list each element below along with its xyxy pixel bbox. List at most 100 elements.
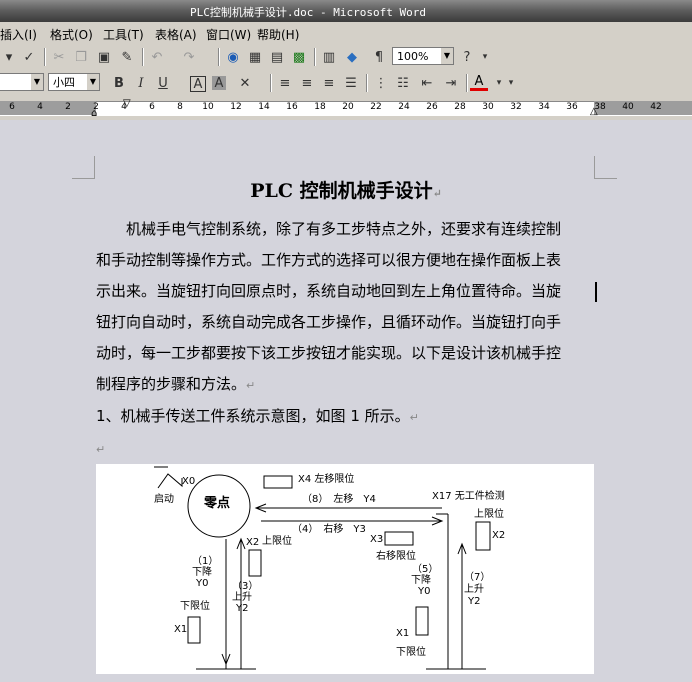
text-line-end: 制程序的步骤和方法。 <box>96 375 247 393</box>
menu-format[interactable]: 格式(O) <box>50 26 93 43</box>
ruler-tick-label: 20 <box>342 102 354 112</box>
more-buttons-icon[interactable]: ▾ <box>502 74 520 92</box>
font-size-value: 小四 <box>53 76 75 89</box>
horizontal-ruler[interactable]: 6 4 2 2 4 6 8 10 12 14 16 18 20 22 24 26 28 30 32 34 36 38 40 4… <box>0 96 692 121</box>
text-line: 示出来。当旋钮打向回原点时，系统自动地回到左上角位置待命。当旋 <box>96 282 562 300</box>
char-border-icon[interactable]: A <box>190 76 206 92</box>
step5-number: （5） <box>412 564 439 575</box>
cut-icon[interactable]: ✂ <box>50 48 68 66</box>
bold-icon[interactable]: B <box>110 74 128 92</box>
copy-icon[interactable]: ❐ <box>72 48 90 66</box>
ruler-tick-label: 2 <box>65 102 71 112</box>
upper-limit-right-label: 上限位 <box>474 509 504 520</box>
ruler-tick-label: 22 <box>370 102 382 112</box>
step5-action: 下降 <box>411 575 431 586</box>
document-title-text: PLC 控制机械手设计 <box>250 180 433 202</box>
ruler-tick-label: 42 <box>650 102 662 112</box>
ruler-tick-label: 14 <box>258 102 270 112</box>
font-color-icon[interactable]: A <box>470 74 488 91</box>
numbering-icon[interactable]: ⋮ <box>372 74 390 92</box>
bullets-icon[interactable]: ☷ <box>394 74 412 92</box>
toolbar-separator <box>270 74 272 92</box>
paragraph-mark: ↵ <box>409 411 419 424</box>
drawing-icon[interactable]: ◆ <box>343 48 361 66</box>
redo-icon[interactable]: ↷ <box>180 48 198 66</box>
ruler-tick-label: 28 <box>454 102 466 112</box>
menu-table[interactable]: 表格(A) <box>155 26 197 43</box>
underline-icon[interactable]: U <box>154 74 172 92</box>
paste-icon[interactable]: ▣ <box>95 48 113 66</box>
help-icon[interactable]: ? <box>458 48 476 66</box>
show-hide-icon[interactable]: ¶ <box>370 48 388 66</box>
font-name-select[interactable]: ▼ <box>0 73 44 91</box>
toolbar-separator <box>466 74 468 92</box>
origin-label: 零点 <box>204 496 231 511</box>
hyperlink-icon[interactable]: ◉ <box>224 48 242 66</box>
text-line: 钮打向自动时，系统自动完成各工步操作，且循环动作。当旋钮打向手 <box>96 313 562 331</box>
paragraph-mark: ↵ <box>96 443 106 456</box>
insert-excel-icon[interactable]: ▩ <box>290 48 308 66</box>
paragraph-mark: ↵ <box>432 187 442 200</box>
italic-icon[interactable]: I <box>132 74 150 92</box>
x3-label: X3 <box>370 534 384 545</box>
columns-icon[interactable]: ▥ <box>320 48 338 66</box>
increase-indent-icon[interactable]: ⇥ <box>442 74 460 92</box>
menu-help[interactable]: 帮助(H) <box>257 26 299 43</box>
undo-icon[interactable]: ↶ <box>148 48 166 66</box>
ruler-tick-label: 8 <box>177 102 183 112</box>
right-limit-label: 右移限位 <box>376 551 416 562</box>
list-item-text: 1、机械手传送工件系统示意图，如图 1 所示。 <box>96 407 410 425</box>
standard-toolbar: ▾ ✓ ✂ ❐ ▣ ✎ ↶ ↷ ◉ ▦ ▤ ▩ ▥ ◆ ¶ 100% ▼ ? ▾ <box>0 44 692 71</box>
menu-insert[interactable]: 插入(I) <box>0 26 37 43</box>
zoom-value: 100% <box>397 50 429 63</box>
chevron-down-icon: ▼ <box>31 74 43 90</box>
ruler-tick-label: 36 <box>566 102 578 112</box>
body-paragraph-1[interactable]: 机械手电气控制系统，除了有多工步特点之外，还要求有连续控制 和手动控制等操作方式… <box>96 214 596 465</box>
manipulator-diagram[interactable]: 零点 启动 X0 X4 左移限位 （8） 左移 Y4 X17 无工件检测 （4）… <box>96 464 594 674</box>
ruler-tick-label: 10 <box>202 102 214 112</box>
ruler-tick-label: 26 <box>426 102 438 112</box>
left-indent-marker[interactable]: ⌂ <box>91 108 97 119</box>
document-title: PLC 控制机械手设计↵ <box>0 176 692 203</box>
x2-left-switch <box>248 549 262 577</box>
formatting-toolbar: ▼ 小四 ▼ B I U A A ✕ ≡ ≡ ≡ ☰ ⋮ ☷ ⇤ ⇥ A ▾ ▾ <box>0 70 692 97</box>
chevron-down-icon: ▼ <box>441 48 453 64</box>
upper-limit-left-label: 上限位 <box>262 536 292 547</box>
chevron-down-icon: ▼ <box>87 74 99 90</box>
zoom-select[interactable]: 100% ▼ <box>392 47 454 65</box>
char-shading-icon[interactable]: A <box>212 76 226 91</box>
menu-window[interactable]: 窗口(W) <box>206 26 251 43</box>
distribute-icon[interactable]: ☰ <box>342 74 360 92</box>
font-size-select[interactable]: 小四 ▼ <box>48 73 100 91</box>
decrease-indent-icon[interactable]: ⇤ <box>418 74 436 92</box>
x17-label: X17 无工件检测 <box>432 491 505 502</box>
step7-output: Y2 <box>468 596 481 607</box>
ruler-tick-label: 40 <box>622 102 634 112</box>
x2-left-label: X2 <box>246 537 260 548</box>
align-center-icon[interactable]: ≡ <box>298 74 316 92</box>
first-line-indent-marker[interactable]: ▽ <box>123 98 131 109</box>
align-right-icon[interactable]: ≡ <box>320 74 338 92</box>
start-switch <box>157 473 183 489</box>
step7-action: 上升 <box>464 584 484 595</box>
spelling-icon[interactable]: ✓ <box>20 48 38 66</box>
toolbar-separator <box>142 48 144 66</box>
x1-right-label: X1 <box>396 628 410 639</box>
format-painter-icon[interactable]: ✎ <box>118 48 136 66</box>
ruler-tick-label: 18 <box>314 102 326 112</box>
save-icon[interactable]: ▾ <box>0 48 18 66</box>
list-item-1: 1、机械手传送工件系统示意图，如图 1 所示。↵ <box>96 401 596 433</box>
insert-table-icon[interactable]: ▤ <box>268 48 286 66</box>
more-buttons-icon[interactable]: ▾ <box>476 48 494 66</box>
step1-action: 下降 <box>192 567 212 578</box>
lower-limit-left-label: 下限位 <box>180 601 210 612</box>
right-indent-marker[interactable]: △ <box>590 106 598 117</box>
toolbar-separator <box>314 48 316 66</box>
start-label: 启动 <box>154 494 174 505</box>
x1-left-switch <box>187 616 201 644</box>
align-left-icon[interactable]: ≡ <box>276 74 294 92</box>
char-scale-icon[interactable]: ✕ <box>236 74 254 92</box>
ruler-tick-label: 6 <box>149 102 155 112</box>
tables-borders-icon[interactable]: ▦ <box>246 48 264 66</box>
menu-tools[interactable]: 工具(T) <box>103 26 144 43</box>
